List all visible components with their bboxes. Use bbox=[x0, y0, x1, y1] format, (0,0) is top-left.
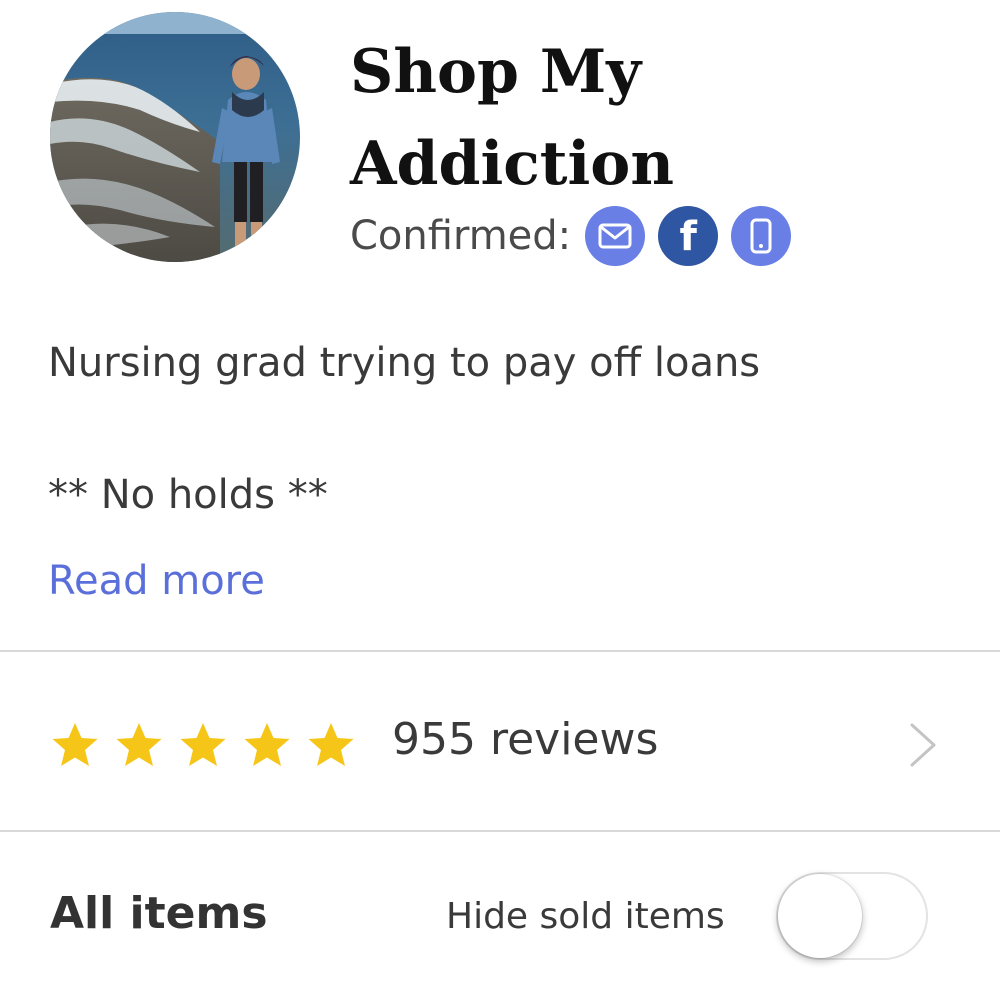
shop-name: Shop My Addiction bbox=[350, 37, 674, 199]
star-icon bbox=[308, 723, 354, 766]
star-rating bbox=[50, 720, 370, 770]
hide-sold-items-toggle[interactable] bbox=[776, 872, 928, 960]
chevron-right-icon bbox=[908, 722, 938, 772]
divider bbox=[0, 830, 1000, 832]
phone-icon bbox=[731, 206, 792, 266]
star-icon bbox=[116, 723, 162, 766]
star-icon bbox=[180, 723, 226, 766]
bio-text-line-2: ** No holds ** bbox=[48, 472, 328, 518]
verification-row: Confirmed: f bbox=[350, 206, 804, 266]
read-more-link[interactable]: Read more bbox=[48, 558, 265, 604]
star-icon bbox=[52, 723, 98, 766]
seller-avatar[interactable] bbox=[50, 12, 300, 262]
facebook-icon: f bbox=[658, 206, 719, 266]
reviews-row[interactable]: 955 reviews bbox=[0, 652, 1000, 828]
star-icon bbox=[244, 723, 290, 766]
avatar-photo bbox=[50, 12, 300, 262]
reviews-count: 955 reviews bbox=[392, 714, 659, 765]
hide-sold-items-label: Hide sold items bbox=[446, 896, 725, 937]
bio-text-line-1: Nursing grad trying to pay off loans bbox=[48, 340, 761, 386]
toggle-knob[interactable] bbox=[778, 874, 862, 958]
envelope-icon bbox=[585, 206, 646, 266]
all-items-heading: All items bbox=[50, 888, 268, 939]
confirmed-label: Confirmed: bbox=[350, 213, 572, 259]
